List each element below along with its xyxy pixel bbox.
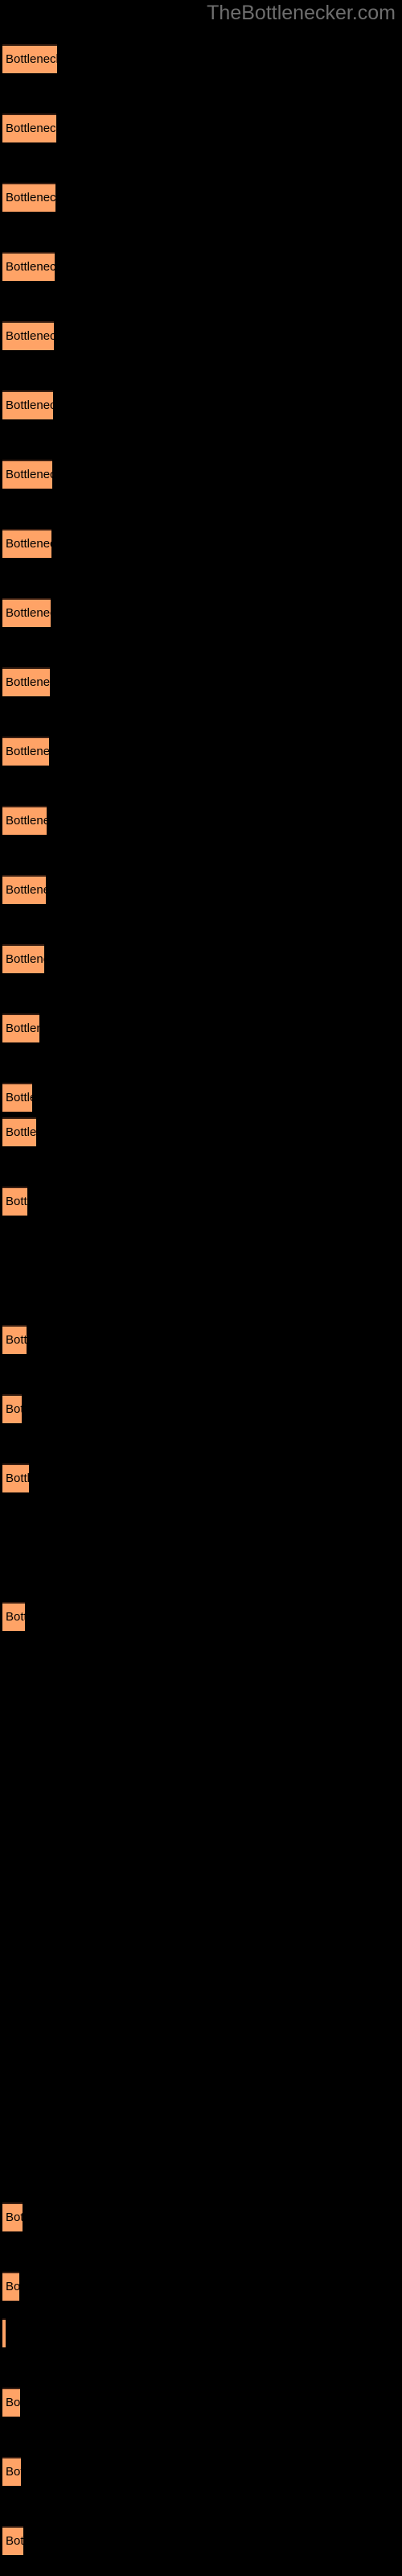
bar-32[interactable]: Bottleneck result <box>2 2318 6 2347</box>
bar-15[interactable]: Bottleneck result <box>2 1013 39 1042</box>
bar-label: Bottleneck result <box>6 2280 19 2293</box>
bar-21[interactable]: Bottleneck result <box>2 1394 22 1423</box>
bar-label: Bottleneck result <box>6 1125 36 1139</box>
bar-label: Bottleneck result <box>6 675 50 689</box>
bar-label: Bottleneck result <box>6 1472 29 1485</box>
bar-label: Bottleneck result <box>6 2465 21 2479</box>
bar-3[interactable]: Bottleneck result <box>2 183 55 212</box>
bar-label: Bottleneck result <box>6 2211 23 2224</box>
bar-label: Bottleneck result <box>6 537 51 551</box>
bar-label: Bottleneck result <box>6 952 44 966</box>
bar-1[interactable]: Bottleneck result <box>2 44 57 73</box>
bar-5[interactable]: Bottleneck result <box>2 321 54 350</box>
bar-label: Bottleneck result <box>6 1333 27 1347</box>
bar-13[interactable]: Bottleneck result <box>2 875 46 904</box>
bar-label: Bottleneck result <box>6 1195 27 1208</box>
bar-22[interactable]: Bottleneck result <box>2 1463 29 1492</box>
bar-12[interactable]: Bottleneck result <box>2 806 47 835</box>
bar-10[interactable]: Bottleneck result <box>2 667 50 696</box>
bar-8[interactable]: Bottleneck result <box>2 529 51 558</box>
bar-34[interactable]: Bottleneck result <box>2 2388 20 2417</box>
bar-label: Bottleneck result <box>6 1091 32 1104</box>
bar-label: Bottleneck result <box>6 468 52 481</box>
bar-31[interactable]: Bottleneck result <box>2 2272 19 2301</box>
bar-36[interactable]: Bottleneck result <box>2 2526 23 2555</box>
bar-label: Bottleneck result <box>6 398 53 412</box>
bar-label: Bottleneck result <box>6 606 51 620</box>
bar-label: Bottleneck result <box>6 191 55 204</box>
bar-label: Bottleneck result <box>6 260 55 274</box>
bar-16[interactable]: Bottleneck result <box>2 1083 32 1112</box>
bar-label: Bottleneck result <box>6 329 54 343</box>
bar-35[interactable]: Bottleneck result <box>2 2457 21 2486</box>
bottleneck-bar-chart: TheBottlenecker.com Bottleneck result Bot… <box>0 0 402 2576</box>
bar-18[interactable]: Bottleneck result <box>2 1187 27 1216</box>
bar-7[interactable]: Bottleneck result <box>2 460 52 489</box>
bar-label: Bottleneck result <box>6 2534 23 2548</box>
bar-9[interactable]: Bottleneck result <box>2 598 51 627</box>
bar-30[interactable]: Bottleneck result <box>2 2202 23 2231</box>
bar-4[interactable]: Bottleneck result <box>2 252 55 281</box>
bar-17[interactable]: Bottleneck result <box>2 1117 36 1146</box>
bar-label: Bottleneck result <box>6 814 47 828</box>
bar-label: Bottleneck result <box>6 2396 20 2409</box>
bar-14[interactable]: Bottleneck result <box>2 944 44 973</box>
bar-label: Bottleneck result <box>6 1402 22 1416</box>
site-watermark: TheBottlenecker.com <box>207 2 396 24</box>
bar-24[interactable]: Bottleneck result <box>2 1602 25 1631</box>
bar-2[interactable]: Bottleneck result <box>2 114 56 142</box>
bar-11[interactable]: Bottleneck result <box>2 737 49 766</box>
bar-label: Bottleneck result <box>6 1022 39 1035</box>
bar-label: Bottleneck result <box>6 1610 25 1624</box>
bar-label: Bottleneck result <box>6 122 56 135</box>
bar-20[interactable]: Bottleneck result <box>2 1325 27 1354</box>
bar-6[interactable]: Bottleneck result <box>2 390 53 419</box>
bar-label: Bottleneck result <box>6 883 46 897</box>
bar-label: Bottleneck result <box>6 745 49 758</box>
bar-label: Bottleneck result <box>6 52 57 66</box>
